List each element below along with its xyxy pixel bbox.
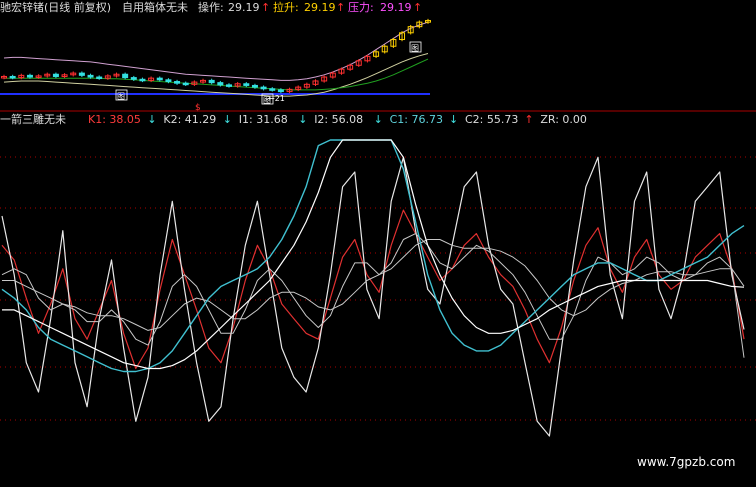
candle-body — [139, 78, 146, 82]
upper-indicator-name: 自用箱体无未 — [122, 0, 188, 14]
pull-label: 拉升: — [273, 0, 299, 14]
indicator-arrow: ↓ — [223, 113, 232, 126]
lower-lines — [1, 139, 745, 437]
line-c1 — [1, 139, 745, 373]
pressure-arrow: ↑ — [413, 1, 422, 14]
arrow-label: ←21 — [268, 94, 285, 103]
candle-body — [96, 76, 103, 80]
pull-arrow: ↑ — [336, 1, 345, 14]
pull-value: 29.19 — [304, 1, 336, 14]
watermark: www.7gpzb.com — [637, 455, 735, 469]
pressure-value: 29.19 — [380, 1, 412, 14]
indicator-item-c1: C1: 76.73 — [390, 113, 443, 126]
indicator-item-i1: I1: 31.68 — [239, 113, 288, 126]
lower-header: 一箭三雕无未 $ K1: 38.05 ↓ K2: 41.29 ↓ I1: 31.68 ↓ I… — [0, 103, 587, 126]
indicator-arrow: ↓ — [374, 113, 383, 126]
candle-body — [78, 72, 85, 76]
candle-body — [251, 84, 258, 88]
candle-body — [26, 74, 33, 78]
indicator-arrow: ↑ — [524, 113, 533, 126]
indicator-item-k2: K2: 41.29 — [163, 113, 216, 126]
line-k1 — [1, 209, 745, 370]
candle-body — [122, 73, 129, 79]
op-value: 29.19 — [228, 1, 260, 14]
stock-title: 驰宏锌锗(日线 前复权) — [0, 0, 111, 14]
candle-body — [277, 89, 284, 93]
candle-body — [156, 77, 163, 81]
candle-body — [260, 86, 267, 90]
pressure-label: 压力: — [348, 1, 374, 14]
candles-layer — [1, 18, 431, 94]
candle-body — [87, 74, 94, 78]
line-k2 — [1, 156, 745, 437]
band-upper_band — [3, 21, 429, 81]
candle-body — [225, 84, 232, 87]
candle-body — [208, 79, 215, 84]
candle-body — [243, 83, 250, 86]
line-i2 — [2, 239, 745, 331]
marker-text: 图 — [117, 92, 125, 101]
candle-body — [174, 81, 181, 84]
candle-body — [217, 82, 224, 86]
indicator-arrow: ↓ — [449, 113, 458, 126]
indicator-item-k1: K1: 38.05 — [88, 113, 141, 126]
indicator-arrow: ↓ — [298, 113, 307, 126]
upper-bands — [3, 21, 429, 97]
marker-text: 图 — [411, 44, 419, 53]
stock-chart: 图 图 ←21 图 驰宏锌锗(日线 前复权) 自用箱体无未 操作: 29.19 … — [0, 0, 756, 469]
candle-body — [130, 77, 137, 80]
indicator-arrow: ↓ — [147, 113, 156, 126]
candle-body — [269, 88, 276, 91]
candle-body — [52, 73, 59, 77]
line-i1 — [1, 233, 745, 358]
lower-indicator-name: 一箭三雕无未 — [0, 112, 66, 126]
band-ma_slow — [4, 58, 429, 91]
indicator-item-i2: I2: 56.08 — [314, 113, 363, 126]
indicator-item-c2: C2: 55.73 — [465, 113, 518, 126]
op-label: 操作: — [198, 0, 224, 14]
op-arrow: ↑ — [261, 1, 270, 14]
band-lower_band — [3, 53, 429, 97]
candle-body — [165, 79, 172, 83]
candle-body — [182, 82, 189, 86]
top-marker: $ — [195, 103, 201, 113]
upper-panel: 图 图 ←21 图 驰宏锌锗(日线 前复权) 自用箱体无未 操作: 29.19 … — [0, 0, 431, 105]
line-c2 — [2, 139, 745, 370]
indicator-item-zr: ZR: 0.00 — [540, 113, 587, 126]
candle-body — [9, 75, 16, 79]
lower-header-items: K1: 38.05 ↓ K2: 41.29 ↓ I1: 31.68 ↓ I2: 56.08 ↓… — [88, 113, 587, 126]
